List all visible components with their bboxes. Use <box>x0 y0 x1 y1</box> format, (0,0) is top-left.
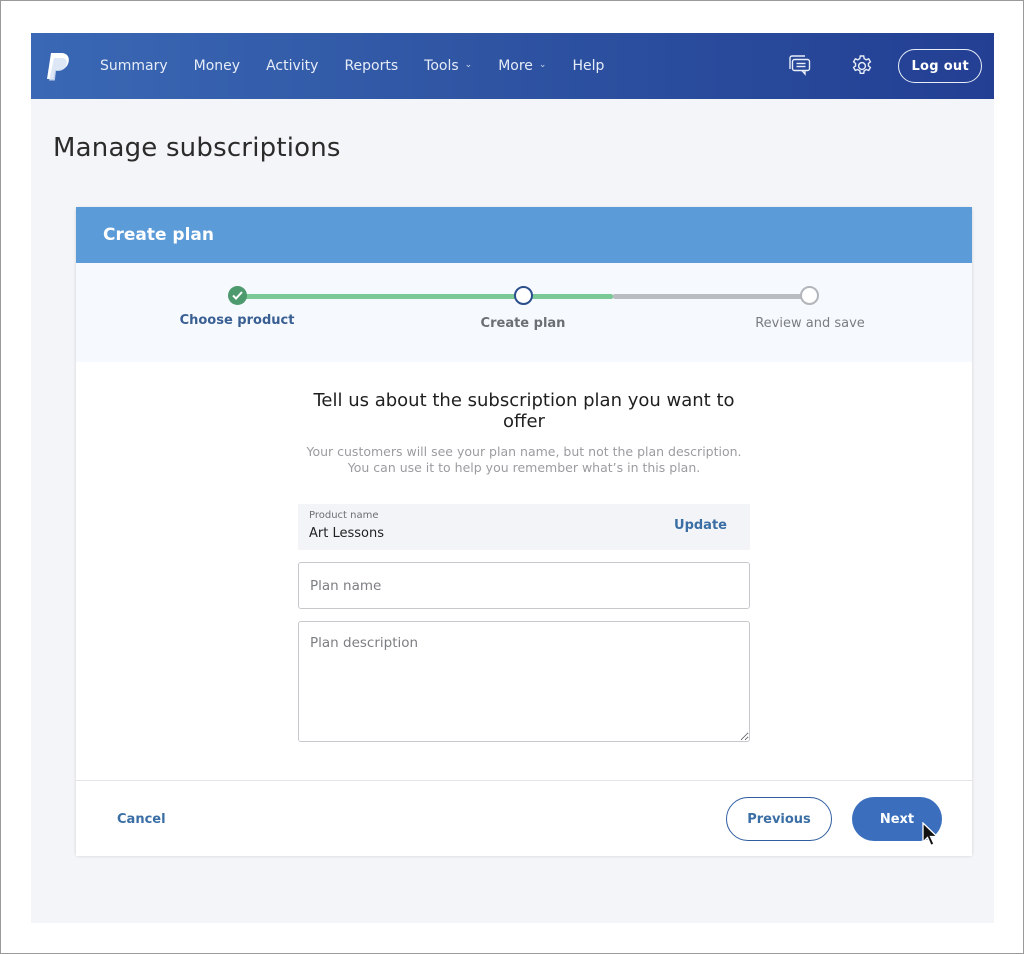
nav-item-summary[interactable]: Summary <box>100 58 168 74</box>
chevron-down-icon: ⌄ <box>538 60 547 70</box>
card-header: Create plan <box>76 207 972 263</box>
previous-button[interactable]: Previous <box>726 797 832 841</box>
step-current-marker <box>514 286 533 305</box>
page: Summary Money Activity Reports Tools ⌄ Mo… <box>31 33 994 923</box>
plan-name-input[interactable] <box>298 562 750 609</box>
progress-stepper: Choose product Create plan Review and sa… <box>76 263 972 362</box>
nav-item-label: Tools <box>424 58 459 74</box>
settings-button[interactable] <box>847 51 877 81</box>
card-footer: Cancel Previous Next <box>76 780 972 856</box>
messages-button[interactable] <box>784 51 814 81</box>
step-create-plan: Create plan <box>480 316 566 331</box>
mouse-cursor-icon <box>922 822 939 847</box>
gear-icon <box>853 55 872 74</box>
nav-item-tools[interactable]: Tools ⌄ <box>424 58 472 74</box>
nav-item-label: Help <box>572 58 605 74</box>
logout-button[interactable]: Log out <box>898 49 982 83</box>
nav-item-money[interactable]: Money <box>194 58 240 74</box>
nav-item-label: Money <box>193 58 241 74</box>
screen-frame: Summary Money Activity Reports Tools ⌄ Mo… <box>0 0 1024 954</box>
nav-actions: Log out <box>784 33 982 99</box>
form-title: Tell us about the subscription plan you … <box>313 390 735 432</box>
checkmark-icon <box>232 291 243 300</box>
nav-item-help[interactable]: Help <box>572 58 604 74</box>
update-product-link[interactable]: Update <box>674 518 727 533</box>
progress-track-remaining <box>613 294 811 299</box>
create-plan-card: Create plan Choose product Create plan R… <box>76 207 972 856</box>
paypal-logo-icon[interactable] <box>45 52 71 82</box>
nav-item-label: Activity <box>266 58 319 74</box>
step-complete-marker <box>228 286 247 305</box>
plan-description-input[interactable] <box>298 621 750 742</box>
chevron-down-icon: ⌄ <box>464 60 473 70</box>
nav-item-more[interactable]: More ⌄ <box>498 58 546 74</box>
page-title: Manage subscriptions <box>53 133 341 163</box>
nav-item-label: Summary <box>100 58 168 74</box>
card-title: Create plan <box>103 225 215 245</box>
form-subtitle: Your customers will see your plan name, … <box>306 444 742 475</box>
nav-item-reports[interactable]: Reports <box>344 58 398 74</box>
cancel-button[interactable]: Cancel <box>117 812 166 827</box>
nav-menu: Summary Money Activity Reports Tools ⌄ Mo… <box>100 33 630 99</box>
nav-item-label: More <box>498 58 533 74</box>
product-name-field: Product name Art Lessons Update <box>298 504 750 550</box>
nav-item-label: Reports <box>344 58 399 74</box>
step-choose-product[interactable]: Choose product <box>180 313 295 328</box>
step-review-and-save: Review and save <box>755 316 865 331</box>
chat-icon <box>789 55 811 76</box>
top-navigation: Summary Money Activity Reports Tools ⌄ Mo… <box>31 33 994 99</box>
progress-track-complete <box>237 294 613 299</box>
step-upcoming-marker <box>800 286 819 305</box>
plan-form: Tell us about the subscription plan you … <box>76 362 972 780</box>
nav-item-activity[interactable]: Activity <box>266 58 318 74</box>
